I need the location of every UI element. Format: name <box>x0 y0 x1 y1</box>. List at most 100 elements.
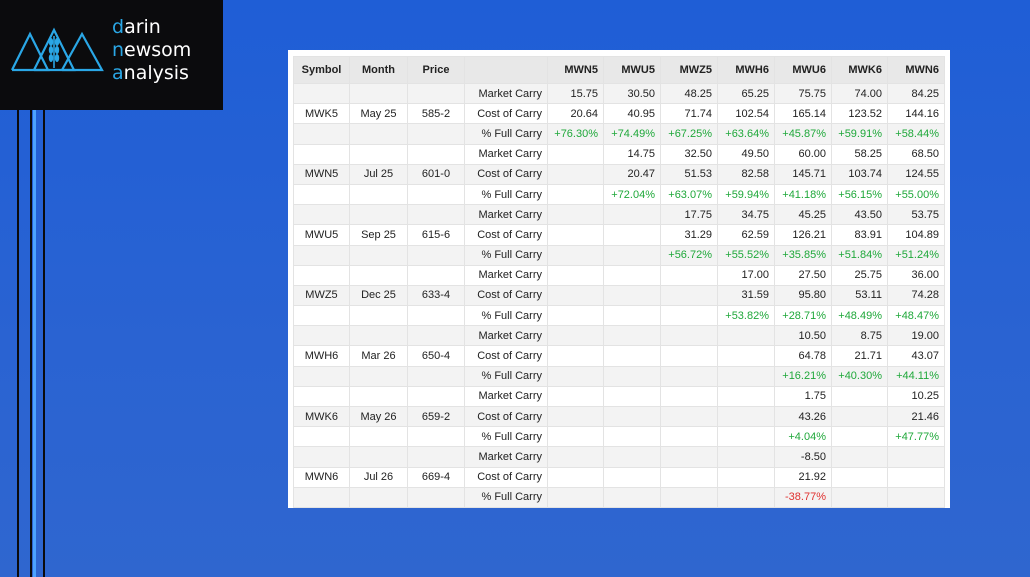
cell-mwz5 <box>660 345 718 367</box>
cell-mwu5 <box>603 486 661 508</box>
cell-symbol <box>293 244 350 266</box>
cell-metric: Cost of Carry <box>464 405 548 428</box>
table-row: Market Carry 14.75 32.50 49.50 60.00 58.25 68.… <box>293 143 945 165</box>
cell-mwh6 <box>717 385 775 408</box>
cell-mwk6 <box>831 486 888 508</box>
table-row: Market Carry 17.00 27.50 25.75 36.00 <box>293 264 945 286</box>
table-row: % Full Carry +56.72% +55.52% +35.85% +51.84%… <box>293 244 945 266</box>
cell-mwk6: +48.49% <box>831 305 888 327</box>
cell-mwu6: 27.50 <box>774 264 832 286</box>
cell-mwn6: +48.47% <box>887 305 945 327</box>
cell-mwn6 <box>887 466 945 488</box>
cell-mwn6: 124.55 <box>887 163 945 185</box>
cell-price: 585-2 <box>407 103 465 125</box>
cell-mwu6: 75.75 <box>774 82 832 105</box>
cell-price <box>407 143 465 165</box>
cell-mwh6 <box>717 446 775 468</box>
cell-metric: Market Carry <box>464 264 548 286</box>
table-row: % Full Carry +16.21% +40.30% +44.11% <box>293 365 945 387</box>
cell-mwn6: 10.25 <box>887 385 945 408</box>
cell-mwu5: +74.49% <box>603 123 661 145</box>
table-row: Market Carry 10.50 8.75 19.00 <box>293 325 945 347</box>
cell-mwh6 <box>717 486 775 508</box>
cell-month: Jul 26 <box>349 466 408 488</box>
cell-metric: Cost of Carry <box>464 466 548 488</box>
cell-mwu5 <box>603 466 661 488</box>
logo-box: darin newsom analysis <box>0 0 223 110</box>
header-mwz5: MWZ5 <box>660 56 718 84</box>
cell-mwn6: 53.75 <box>887 204 945 226</box>
cell-mwh6: +53.82% <box>717 305 775 327</box>
cell-mwh6 <box>717 426 775 448</box>
cell-price <box>407 365 465 387</box>
cell-mwk6 <box>831 446 888 468</box>
cell-mwn6: 84.25 <box>887 82 945 105</box>
cell-symbol: MWH6 <box>293 345 350 367</box>
cell-mwu6: 64.78 <box>774 345 832 367</box>
cell-month <box>349 305 408 327</box>
cell-mwz5: +56.72% <box>660 244 718 266</box>
cell-price <box>407 82 465 105</box>
cell-month <box>349 82 408 105</box>
cell-mwk6 <box>831 506 888 508</box>
cell-mwn6: +55.00% <box>887 183 945 206</box>
cell-metric: % Full Carry <box>464 123 548 145</box>
cell-symbol <box>293 426 350 448</box>
mountain-wheat-logo-icon <box>11 27 104 72</box>
cell-mwu6: +45.87% <box>774 123 832 145</box>
cell-mwu5 <box>603 224 661 246</box>
carry-table-panel: Symbol Month Price MWN5 MWU5 MWZ5 MWH6 M… <box>288 50 950 508</box>
cell-mwh6: 17.00 <box>717 264 775 286</box>
table-row: MWN6 Jul 26 669-4 Cost of Carry 21.92 <box>293 466 945 488</box>
cell-mwn6: 43.07 <box>887 345 945 367</box>
cell-mwh6: 34.75 <box>717 204 775 226</box>
cell-mwk6: 123.52 <box>831 103 888 125</box>
cell-mwh6: 49.50 <box>717 143 775 165</box>
cell-price <box>407 446 465 468</box>
cell-metric: Market Carry <box>464 82 548 105</box>
cell-price <box>407 486 465 508</box>
cell-mwz5 <box>660 466 718 488</box>
cell-price: 601-0 <box>407 163 465 185</box>
table-row: % Full Carry +76.30% +74.49% +67.25% +63.64%… <box>293 123 945 145</box>
cell-month: May 26 <box>349 405 408 428</box>
cell-metric: Cost of Carry <box>464 163 548 185</box>
cell-mwu5: 30.50 <box>603 82 661 105</box>
decorative-vertical-line <box>43 110 45 577</box>
cell-month <box>349 385 408 408</box>
cell-symbol <box>293 123 350 145</box>
cell-symbol <box>293 264 350 286</box>
cell-month <box>349 183 408 206</box>
cell-mwn5 <box>547 284 604 307</box>
cell-metric: Cost of Carry <box>464 284 548 307</box>
cell-mwz5: 17.75 <box>660 204 718 226</box>
decorative-vertical-line-accent <box>33 110 36 577</box>
cell-mwh6: +59.94% <box>717 183 775 206</box>
cell-month <box>349 486 408 508</box>
cell-metric: % Full Carry <box>464 244 548 266</box>
table-row: MWH6 Mar 26 650-4 Cost of Carry 64.78 21.71 43… <box>293 345 945 367</box>
cell-month <box>349 204 408 226</box>
cell-mwz5 <box>660 446 718 468</box>
cell-mwn6: +51.24% <box>887 244 945 266</box>
cell-mwu5: 40.95 <box>603 103 661 125</box>
cell-mwu5 <box>603 244 661 266</box>
cell-price <box>407 123 465 145</box>
cell-mwn5 <box>547 143 604 165</box>
header-mwk6: MWK6 <box>831 56 888 84</box>
cell-mwz5 <box>660 385 718 408</box>
cell-mwz5: 31.29 <box>660 224 718 246</box>
cell-mwz5 <box>660 284 718 307</box>
cell-mwh6: +63.64% <box>717 123 775 145</box>
cell-mwu5: 14.75 <box>603 143 661 165</box>
cell-mwk6: 25.75 <box>831 264 888 286</box>
cell-mwu6 <box>774 506 832 508</box>
cell-symbol: MWN5 <box>293 163 350 185</box>
cell-mwn6: +58.44% <box>887 123 945 145</box>
cell-mwn5 <box>547 264 604 286</box>
cell-metric: Market Carry <box>464 204 548 226</box>
header-mwh6: MWH6 <box>717 56 775 84</box>
cell-mwn5 <box>547 163 604 185</box>
cell-mwn5: 20.64 <box>547 103 604 125</box>
cell-metric: Market Carry <box>464 385 548 408</box>
